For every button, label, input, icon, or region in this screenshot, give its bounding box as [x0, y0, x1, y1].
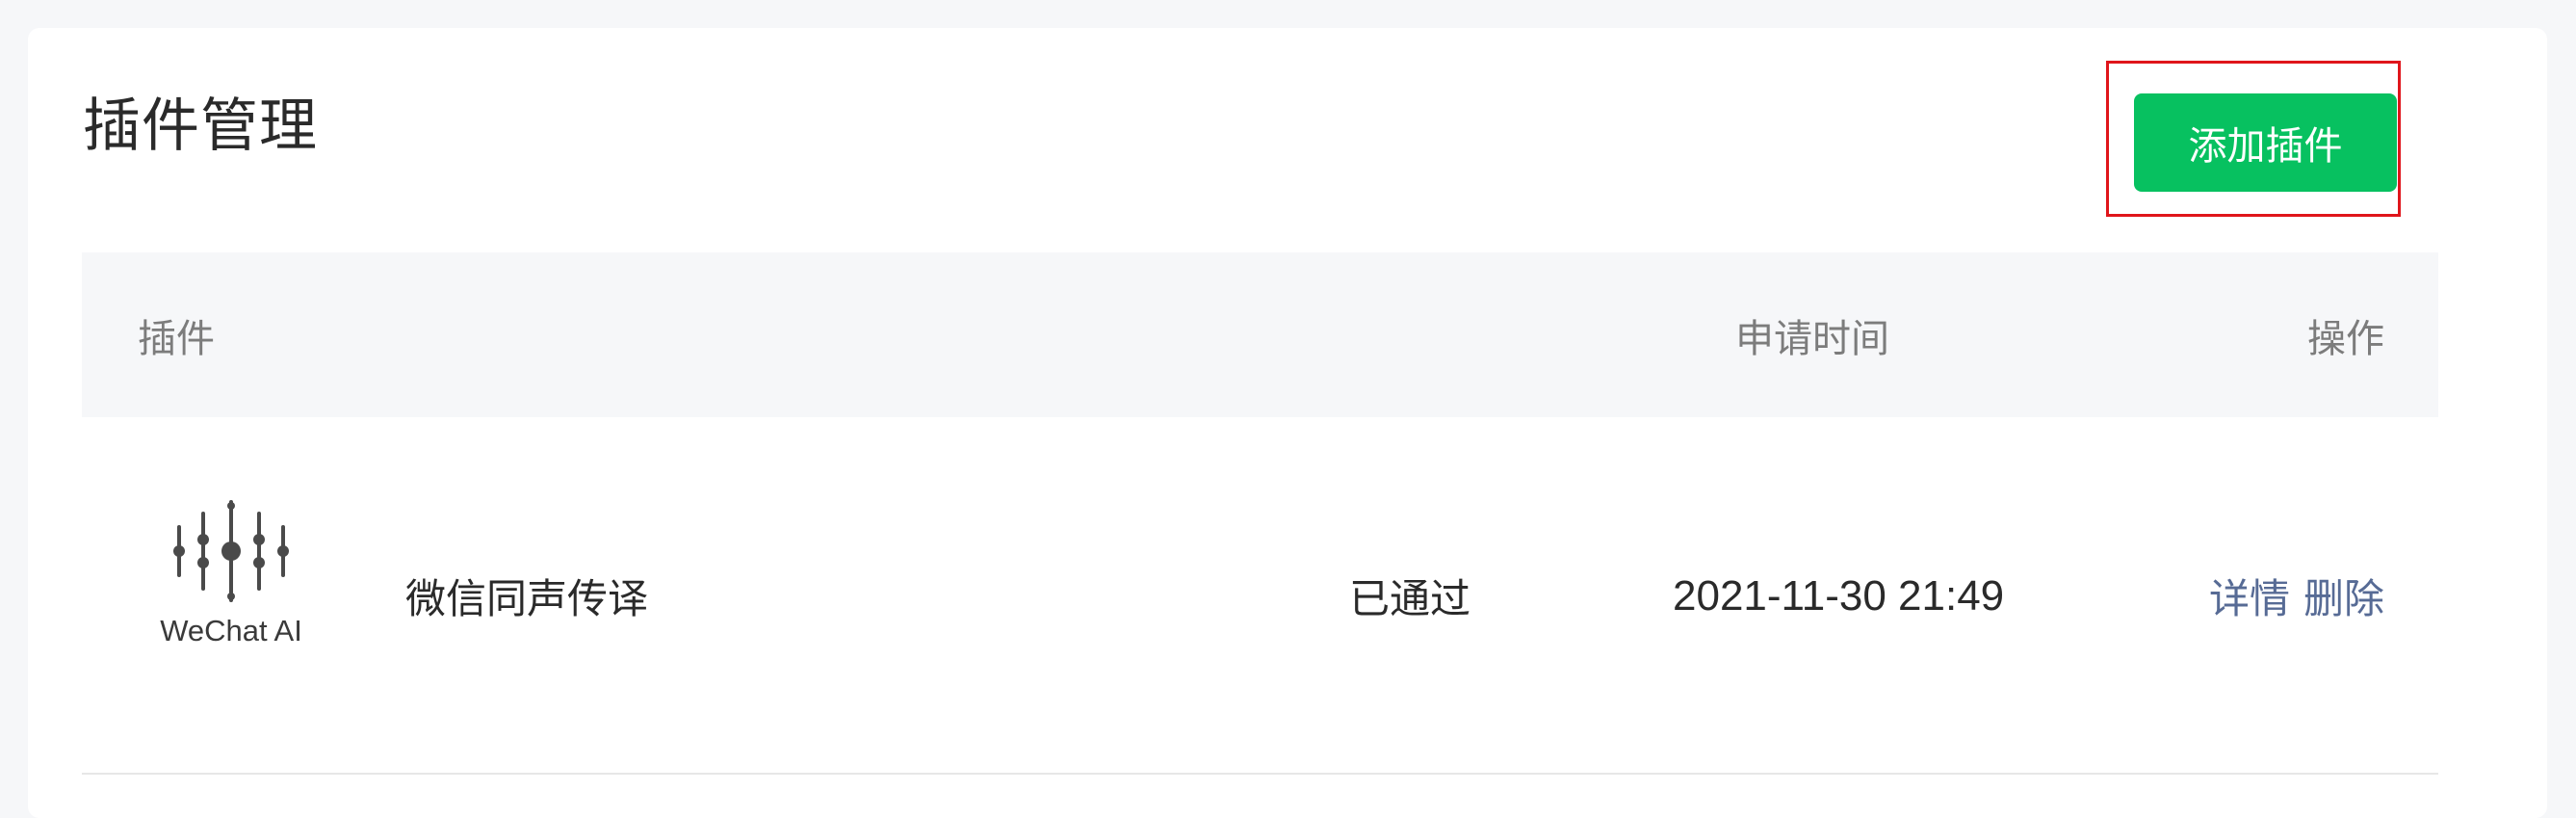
table-row: WeChat AI 微信同声传译 已通过 2021-11-30 21:49 详情… — [82, 417, 2438, 775]
row-actions: 详情 删除 — [2209, 417, 2384, 775]
delete-link[interactable]: 删除 — [2303, 567, 2384, 625]
column-header-plugin: 插件 — [138, 316, 215, 361]
plugin-logo: WeChat AI — [154, 498, 308, 652]
add-plugin-button[interactable]: 添加插件 — [2134, 93, 2397, 192]
detail-link[interactable]: 详情 — [2209, 567, 2290, 625]
wechat-ai-logo-icon — [173, 500, 289, 602]
column-header-action: 操作 — [2307, 316, 2384, 361]
status-text: 已通过 — [1349, 575, 1471, 622]
logo-text: WeChat AI — [160, 614, 302, 647]
column-header-time: 申请时间 — [1735, 316, 1889, 361]
apply-time: 2021-11-30 21:49 — [1673, 571, 2005, 620]
plugin-name: 微信同声传译 — [405, 575, 649, 622]
table-header: 插件 申请时间 操作 — [82, 252, 2438, 417]
page-title: 插件管理 — [83, 92, 318, 160]
